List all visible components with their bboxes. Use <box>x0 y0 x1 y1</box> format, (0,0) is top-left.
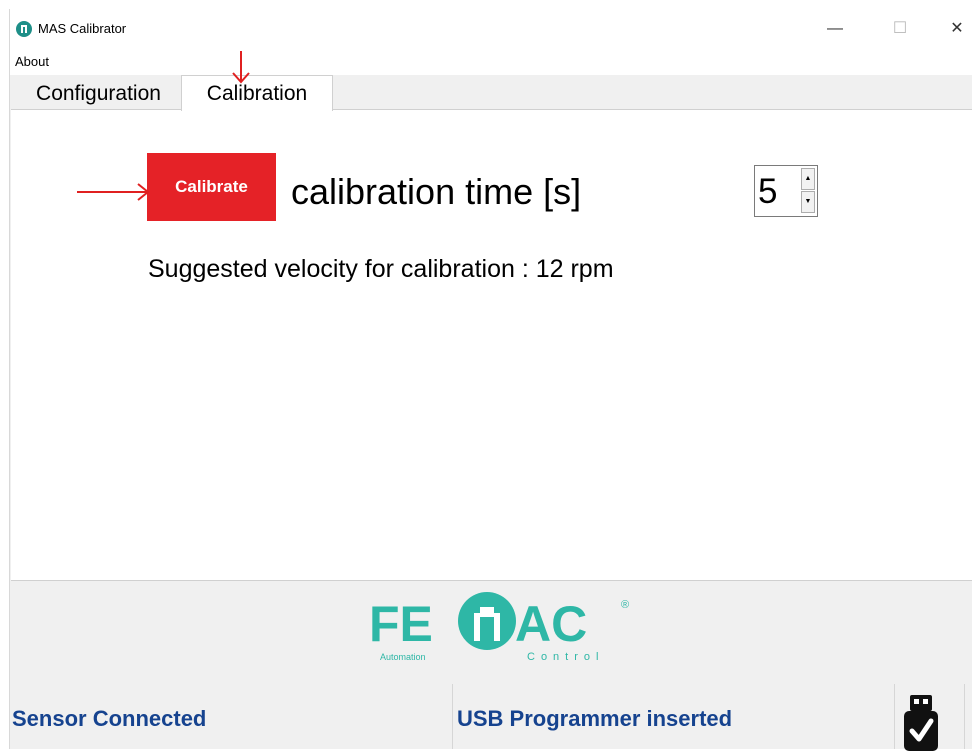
calibration-time-input[interactable] <box>758 172 798 212</box>
status-divider <box>964 684 965 749</box>
sensor-status: Sensor Connected <box>12 706 207 731</box>
minimize-button[interactable]: — <box>815 15 855 43</box>
tab-strip: Configuration Calibration <box>10 75 972 111</box>
maximize-button[interactable]: ☐ <box>880 15 920 43</box>
logo-text-right: AC <box>515 596 587 652</box>
window-title: MAS Calibrator <box>38 21 127 36</box>
app-window: MAS Calibrator — ☐ ✕ About Configuration… <box>9 9 972 751</box>
usb-check-icon <box>904 695 938 751</box>
arrow-down-annotation <box>232 51 250 84</box>
status-divider <box>452 684 453 749</box>
app-logo-icon <box>16 21 32 37</box>
title-bar[interactable]: MAS Calibrator — ☐ ✕ <box>10 9 972 49</box>
calibration-time-label: calibration time [s] <box>291 171 582 212</box>
status-divider <box>894 684 895 749</box>
usb-status: USB Programmer inserted <box>457 706 733 731</box>
calibration-time-spinbox[interactable]: ▲ ▼ <box>754 165 818 217</box>
logo-text-left: FE <box>369 596 433 652</box>
menu-about[interactable]: About <box>15 54 49 69</box>
spin-up-button[interactable]: ▲ <box>801 168 815 190</box>
logo-sub-left: Automation <box>380 652 426 662</box>
fenac-logo: FE AC ® Automation Control <box>369 592 629 663</box>
suggested-velocity-text: Suggested velocity for calibration : 12 … <box>148 255 614 283</box>
close-button[interactable]: ✕ <box>937 15 972 43</box>
arrow-right-annotation <box>77 183 150 201</box>
spin-down-button[interactable]: ▼ <box>801 191 815 213</box>
tab-calibration[interactable]: Calibration <box>181 75 333 111</box>
tab-configuration[interactable]: Configuration <box>16 79 181 109</box>
menu-bar: About <box>10 49 972 75</box>
logo-sub-right: Control <box>527 651 604 663</box>
logo-circle <box>458 592 516 650</box>
logo-registered: ® <box>621 599 629 611</box>
calibrate-button[interactable]: Calibrate <box>147 153 276 221</box>
